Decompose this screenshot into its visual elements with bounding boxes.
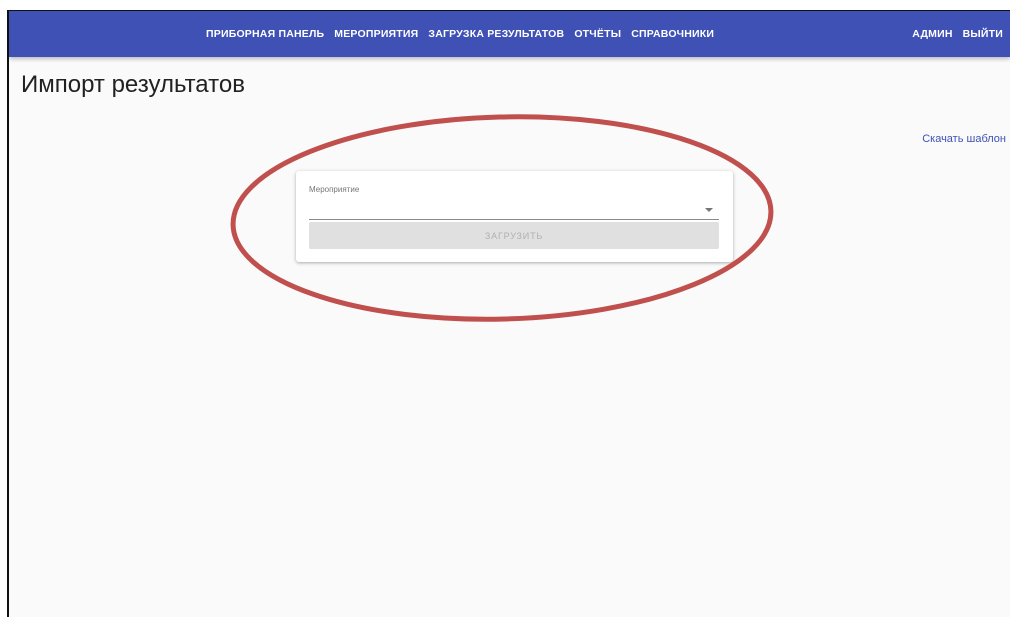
event-field-label: Мероприятие — [309, 185, 360, 194]
upload-button[interactable]: ЗАГРУЗИТЬ — [309, 222, 719, 249]
nav-item-reports[interactable]: ОТЧЁТЫ — [569, 28, 626, 40]
event-select[interactable] — [309, 199, 719, 220]
user-menu-admin[interactable]: АДМИН — [907, 28, 957, 40]
dropdown-arrow-icon — [705, 208, 713, 212]
download-template-link[interactable]: Скачать шаблон — [922, 133, 1006, 145]
app-bar: ПРИБОРНАЯ ПАНЕЛЬ МЕРОПРИЯТИЯ ЗАГРУЗКА РЕ… — [9, 11, 1010, 57]
page-title: Импорт результатов — [21, 71, 245, 98]
nav-item-directories[interactable]: СПРАВОЧНИКИ — [626, 28, 719, 40]
window-border-top — [7, 10, 1010, 11]
screenshot-margin-left — [0, 0, 7, 617]
import-form-card: Мероприятие ЗАГРУЗИТЬ — [296, 171, 733, 262]
nav-item-events[interactable]: МЕРОПРИЯТИЯ — [329, 28, 423, 40]
user-nav: АДМИН ВЫЙТИ — [907, 11, 1008, 57]
screenshot-margin-top — [0, 0, 1010, 10]
app-window: ПРИБОРНАЯ ПАНЕЛЬ МЕРОПРИЯТИЯ ЗАГРУЗКА РЕ… — [0, 0, 1010, 617]
nav-item-upload-results[interactable]: ЗАГРУЗКА РЕЗУЛЬТАТОВ — [423, 28, 569, 40]
logout-button[interactable]: ВЫЙТИ — [958, 28, 1008, 40]
main-nav: ПРИБОРНАЯ ПАНЕЛЬ МЕРОПРИЯТИЯ ЗАГРУЗКА РЕ… — [201, 11, 719, 57]
window-border-left — [7, 10, 9, 617]
nav-item-dashboard[interactable]: ПРИБОРНАЯ ПАНЕЛЬ — [201, 28, 329, 40]
